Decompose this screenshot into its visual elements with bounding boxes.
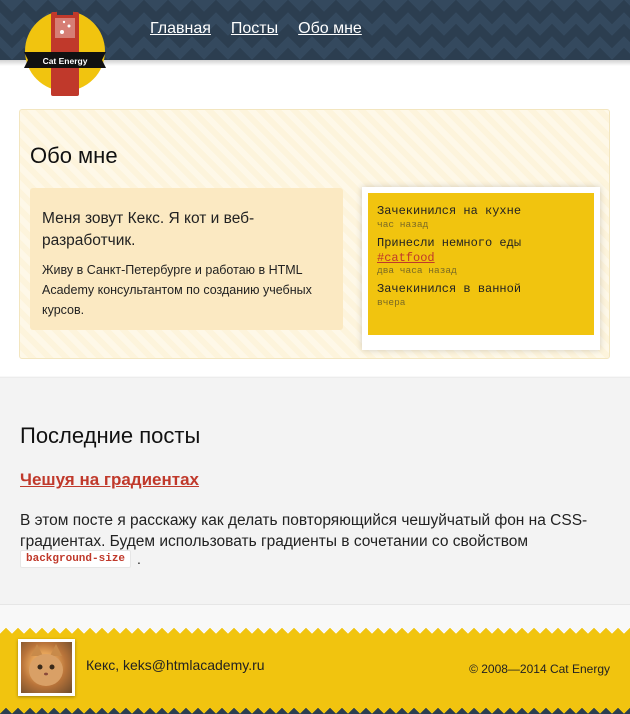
timeline-item: Зачекинился в ванной вчера	[377, 282, 585, 308]
timeline-time: час назад	[377, 219, 429, 230]
timeline-item: Принесли немного еды #catfood два часа н…	[377, 236, 585, 276]
timeline-tag-link[interactable]: #catfood	[377, 251, 585, 265]
bio-headline: Меня зовут Кекс. Я кот и веб-разработчик…	[42, 210, 255, 249]
posts-title: Последние посты	[20, 423, 201, 448]
nav-link-posts[interactable]: Посты	[231, 20, 278, 38]
timeline-text: Зачекинился в ванной	[377, 282, 522, 296]
timeline: Зачекинился на кухне час назад Принесли …	[368, 193, 594, 335]
footer-zigzag-bottom	[0, 702, 630, 714]
timeline-text: Зачекинился на кухне	[377, 204, 522, 218]
timeline-card: Зачекинился на кухне час назад Принесли …	[362, 187, 600, 350]
logo-text: Cat Energy	[43, 56, 88, 66]
timeline-time: вчера	[377, 297, 406, 308]
post-code: background-size	[20, 550, 132, 568]
posts-section	[0, 377, 630, 605]
timeline-text: Принесли немного еды	[377, 236, 522, 250]
about-title: Обо мне	[30, 143, 118, 168]
post-title-link[interactable]: Чешуя на градиентах	[20, 470, 199, 490]
footer-copyright: © 2008—2014 Cat Energy	[469, 662, 610, 676]
footer-zigzag-top	[0, 622, 630, 634]
bio-text: Живу в Санкт-Петербурге и работаю в HTML…	[42, 263, 312, 317]
post-text: В этом посте я расскажу как делать повто…	[20, 512, 588, 550]
nav-link-home[interactable]: Главная	[150, 20, 211, 38]
post-text-end: .	[137, 551, 141, 567]
nav-link-about[interactable]: Обо мне	[298, 20, 362, 38]
bio-box: Меня зовут Кекс. Я кот и веб-разработчик…	[30, 188, 343, 330]
timeline-time: два часа назад	[377, 265, 457, 276]
cat-photo-icon	[29, 644, 63, 686]
footer-contact: Кекс, keks@htmlacademy.ru	[86, 657, 265, 673]
cat-energy-logo[interactable]: Cat Energy	[24, 10, 106, 98]
main-nav: Главная Посты Обо мне	[150, 20, 362, 38]
avatar	[18, 639, 75, 696]
timeline-item: Зачекинился на кухне час назад	[377, 204, 585, 230]
